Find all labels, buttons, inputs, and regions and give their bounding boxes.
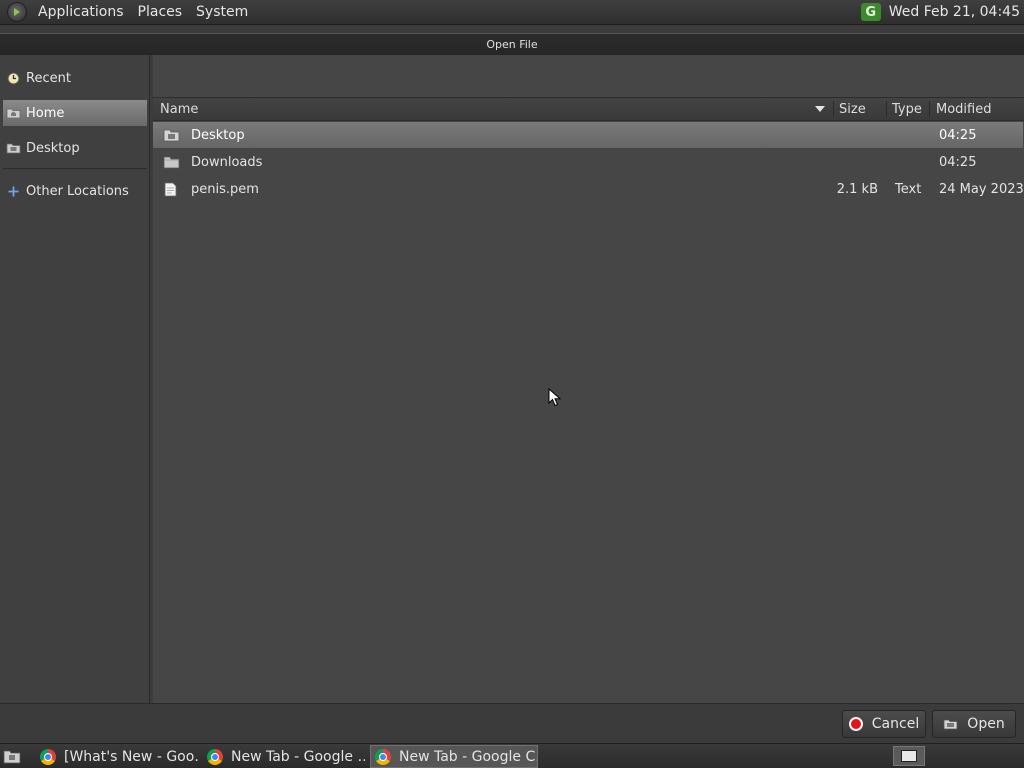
taskbar-window-new-tab-1[interactable]: New Tab - Google … (203, 745, 365, 768)
sidebar-separator (3, 168, 147, 169)
sidebar-item-other-locations[interactable]: Other Locations (3, 178, 147, 204)
mouse-cursor-icon (548, 388, 562, 407)
path-bar (153, 55, 1024, 97)
cancel-button-label: Cancel (871, 716, 920, 732)
column-divider[interactable] (833, 101, 834, 117)
file-size (833, 122, 878, 148)
cancel-icon (848, 717, 863, 731)
column-header: Name Size Type Modified (153, 97, 1024, 121)
file-size (833, 149, 878, 175)
dialog-titlebar[interactable]: Open File (0, 33, 1024, 55)
column-name-header[interactable]: Name (160, 98, 198, 120)
file-name: Desktop (191, 127, 245, 143)
sidebar-item-label: Home (26, 105, 65, 121)
sidebar-item-home[interactable]: Home (3, 100, 147, 126)
update-manager-icon[interactable]: G (860, 3, 881, 21)
column-size-header[interactable]: Size (839, 98, 866, 120)
file-row-desktop[interactable]: Desktop 04:25 (153, 122, 1023, 148)
sidebar-item-label: Recent (26, 70, 71, 86)
chrome-icon (40, 748, 56, 765)
file-name: Downloads (191, 154, 263, 170)
cancel-button[interactable]: Cancel (842, 710, 926, 738)
recent-clock-icon (6, 72, 21, 85)
folder-icon (163, 149, 180, 175)
desktop-folder-icon (6, 142, 21, 155)
file-browser: Name Size Type Modified Desktop 04:25 Do… (153, 55, 1024, 703)
task-label: [What's New - Goo… (64, 748, 198, 765)
file-modified: 04:25 (939, 127, 977, 143)
workspace-switcher[interactable] (893, 746, 925, 766)
home-folder-icon (6, 107, 21, 120)
column-modified-header[interactable]: Modified (936, 98, 991, 120)
sidebar-item-recent[interactable]: Recent (3, 65, 147, 91)
desktop-folder-icon (163, 122, 180, 148)
sidebar-item-desktop[interactable]: Desktop (3, 135, 147, 161)
text-file-icon (164, 176, 177, 202)
task-label: New Tab - Google … (231, 748, 365, 765)
panel-tray: G Wed Feb 21, 04:45 (860, 3, 1020, 21)
bottom-taskbar: [What's New - Goo… New Tab - Google … Ne… (0, 743, 1024, 768)
plus-icon (6, 185, 21, 198)
workspace-thumbnail[interactable] (901, 750, 917, 762)
column-divider[interactable] (929, 101, 930, 117)
file-modified: 04:25 (939, 154, 977, 170)
clock[interactable]: Wed Feb 21, 04:45 (889, 4, 1020, 20)
file-modified: 24 May 2023 (939, 181, 1024, 197)
sort-descending-icon (815, 106, 825, 112)
file-size: 2.1 kB (836, 181, 878, 197)
file-row-downloads[interactable]: Downloads 04:25 (153, 149, 1023, 175)
file-row-penis-pem[interactable]: penis.pem 2.1 kB Text 24 May 2023 (153, 176, 1024, 202)
main-menu-icon[interactable] (7, 2, 27, 22)
chrome-icon (207, 748, 223, 765)
places-menu[interactable]: Places (138, 4, 183, 20)
column-divider[interactable] (886, 101, 887, 117)
sidebar-item-label: Desktop (26, 140, 80, 156)
taskbar-window-new-tab-2[interactable]: New Tab - Google C… (370, 745, 538, 768)
dialog-button-bar: Cancel Open (0, 703, 1024, 743)
show-desktop-icon[interactable] (3, 748, 21, 764)
open-button[interactable]: Open (932, 710, 1016, 738)
task-label: New Tab - Google C… (399, 748, 538, 765)
places-sidebar: Recent Home Desktop Other Locations (0, 55, 150, 703)
applications-menu[interactable]: Applications (38, 4, 124, 20)
system-menu[interactable]: System (196, 4, 248, 20)
dialog-title: Open File (486, 38, 538, 51)
chrome-icon (375, 748, 391, 765)
open-button-label: Open (967, 716, 1005, 732)
sidebar-item-label: Other Locations (26, 183, 129, 199)
taskbar-window-whats-new[interactable]: [What's New - Goo… (36, 745, 198, 768)
file-name: penis.pem (191, 181, 259, 197)
top-panel: Applications Places System G Wed Feb 21,… (0, 0, 1024, 25)
column-type-header[interactable]: Type (892, 98, 922, 120)
file-type: Text (895, 181, 922, 197)
open-folder-icon (943, 718, 958, 730)
